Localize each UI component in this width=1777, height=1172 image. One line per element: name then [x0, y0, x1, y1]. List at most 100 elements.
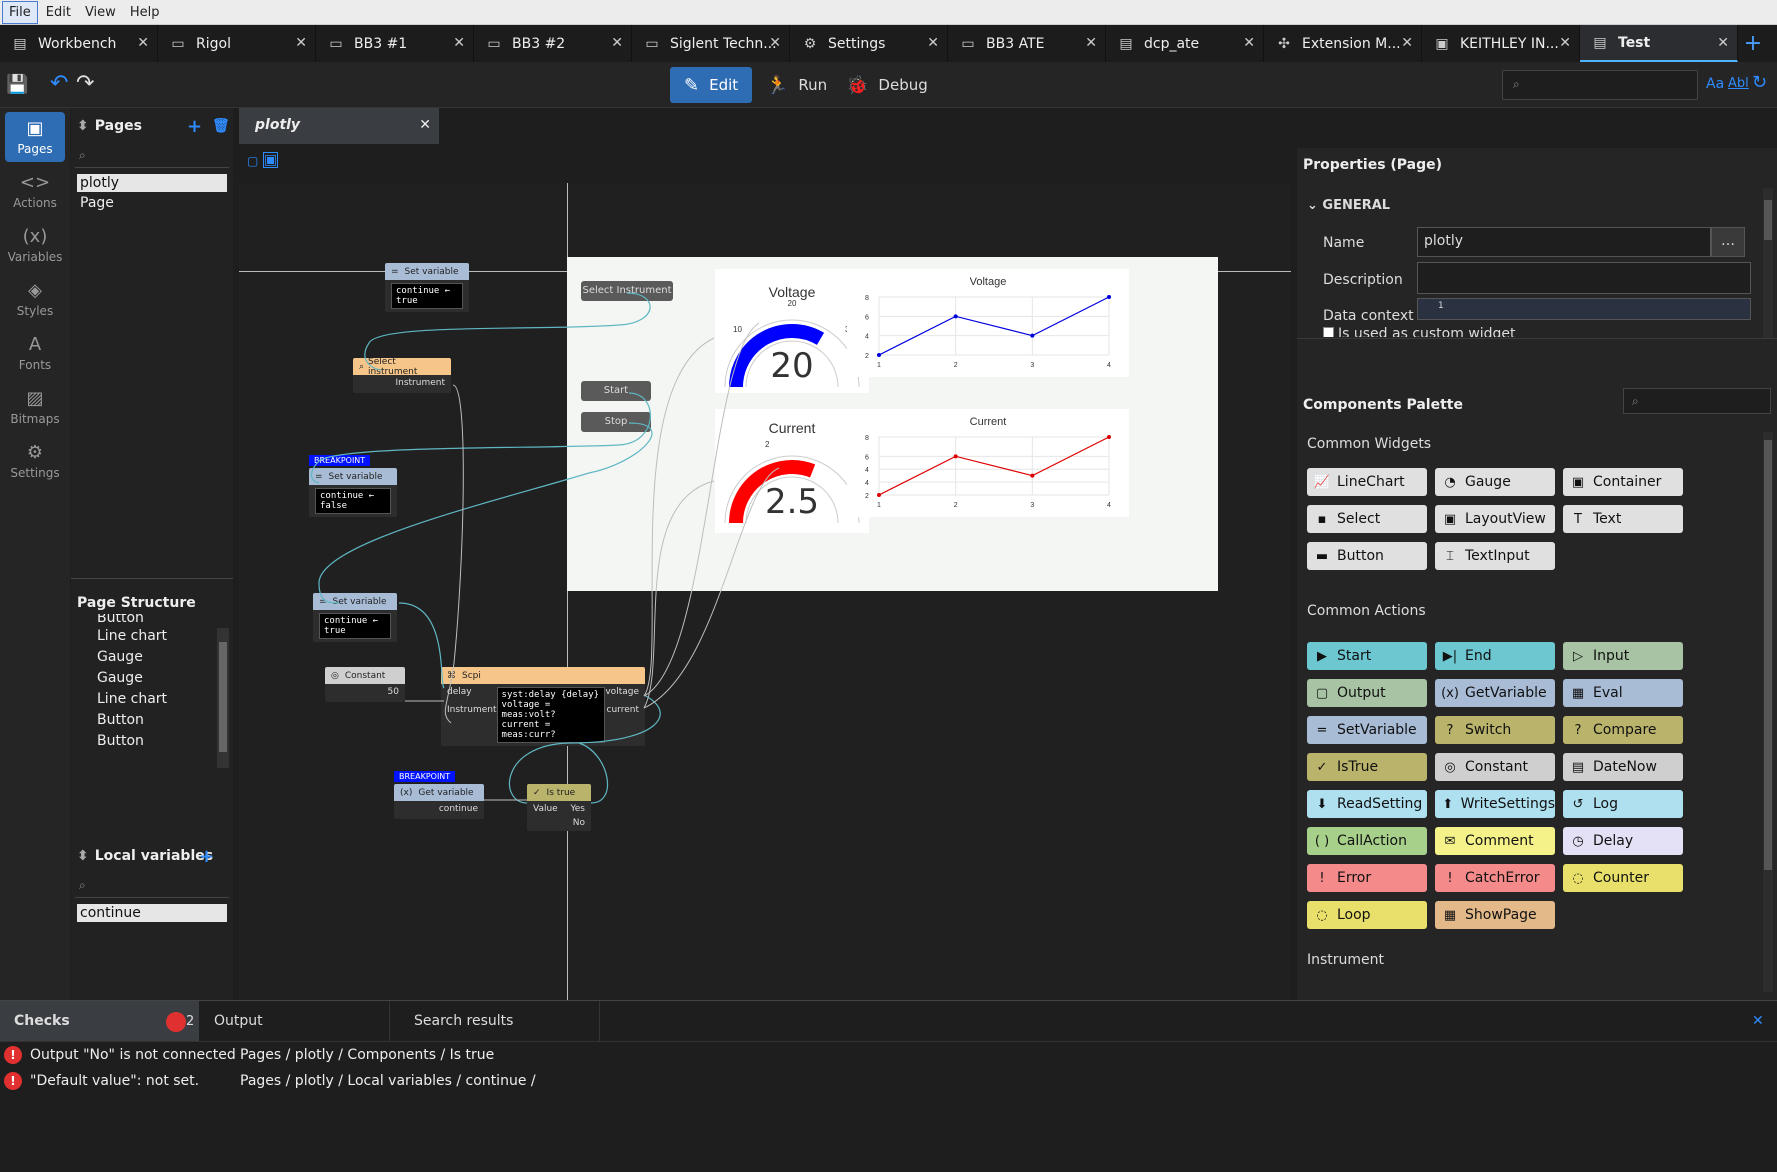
tab-bb3-ate[interactable]: ▭ BB3 ATE ✕	[948, 25, 1106, 62]
global-search-input[interactable]: ⌕	[1502, 70, 1698, 100]
palette-counter-button[interactable]: ◌ Counter	[1563, 864, 1683, 892]
nav-fonts[interactable]: A Fonts	[5, 328, 65, 378]
menu-view[interactable]: View	[79, 2, 122, 23]
palette-readsetting-button[interactable]: ⬇ ReadSetting	[1307, 790, 1427, 818]
palette-setvariable-button[interactable]: = SetVariable	[1307, 716, 1427, 744]
tab-dcp-ate[interactable]: ▤ dcp_ate ✕	[1106, 25, 1264, 62]
tab-test[interactable]: ▤ Test ✕	[1580, 25, 1738, 62]
close-icon[interactable]: ✕	[1243, 35, 1255, 51]
tab-rigol[interactable]: ▭ Rigol ✕	[158, 25, 316, 62]
check-row[interactable]: ! "Default value": not set. Pages / plotly…	[0, 1070, 536, 1092]
data-context-editor[interactable]: 1	[1417, 298, 1751, 320]
new-tab-button[interactable]: +	[1738, 25, 1768, 62]
tree-item[interactable]: Gauge	[71, 668, 233, 689]
sort-icon[interactable]: ⬍	[77, 118, 89, 134]
close-icon[interactable]: ✕	[419, 117, 431, 133]
edit-button[interactable]: ✎ Edit	[670, 67, 752, 103]
palette-select-button[interactable]: ▪ Select	[1307, 505, 1427, 533]
tab-workbench[interactable]: ▤ Workbench ✕	[0, 25, 158, 62]
close-icon[interactable]: ✕	[453, 35, 465, 51]
palette-search-input[interactable]: ⌕	[1623, 388, 1771, 414]
nav-styles[interactable]: ◈ Styles	[5, 274, 65, 324]
palette-datenow-button[interactable]: ▤ DateNow	[1563, 753, 1683, 781]
palette-start-button[interactable]: ▶ Start	[1307, 642, 1427, 670]
menu-help[interactable]: Help	[124, 2, 166, 23]
tree-item[interactable]: Gauge	[71, 647, 233, 668]
nav-settings[interactable]: ⚙ Settings	[5, 436, 65, 486]
close-icon[interactable]: ✕	[137, 35, 149, 51]
tab-siglent[interactable]: ▭ Siglent Techn... ✕	[632, 25, 790, 62]
tab-search-results[interactable]: Search results	[400, 1001, 600, 1041]
nav-pages[interactable]: ▣ Pages	[5, 112, 65, 162]
nav-variables[interactable]: (x) Variables	[5, 220, 65, 270]
menu-file[interactable]: File	[2, 0, 38, 24]
close-icon[interactable]: ✕	[927, 35, 939, 51]
palette-eval-button[interactable]: ▦ Eval	[1563, 679, 1683, 707]
palette-comment-button[interactable]: ✉ Comment	[1435, 827, 1555, 855]
tab-bb3-2[interactable]: ▭ BB3 #2 ✕	[474, 25, 632, 62]
palette-loop-button[interactable]: ◌ Loop	[1307, 901, 1427, 929]
palette-delay-button[interactable]: ◷ Delay	[1563, 827, 1683, 855]
scrollbar[interactable]	[1763, 432, 1773, 992]
palette-switch-button[interactable]: ? Switch	[1435, 716, 1555, 744]
debug-button[interactable]: 🐞 Debug	[832, 67, 942, 103]
sort-icon[interactable]: ⬍	[77, 848, 89, 864]
redo-icon[interactable]: ↷	[76, 71, 94, 96]
run-button[interactable]: 🏃 Run	[752, 67, 841, 103]
refresh-icon[interactable]: ↻	[1752, 72, 1767, 93]
page-item-page[interactable]: Page	[77, 195, 227, 211]
general-section[interactable]: ⌄ GENERAL	[1297, 192, 1767, 219]
page-item-plotly[interactable]: plotly	[77, 174, 227, 192]
palette-end-button[interactable]: ▶| End	[1435, 642, 1555, 670]
tree-item[interactable]: Button	[71, 731, 233, 752]
tree-item[interactable]: Button	[71, 710, 233, 731]
palette-constant-button[interactable]: ◎ Constant	[1435, 753, 1555, 781]
more-button[interactable]: …	[1711, 227, 1745, 257]
palette-istrue-button[interactable]: ✓ IsTrue	[1307, 753, 1427, 781]
palette-output-button[interactable]: ▢ Output	[1307, 679, 1427, 707]
close-icon[interactable]: ✕	[295, 35, 307, 51]
check-row[interactable]: ! Output "No" is not connected Pages / plo…	[0, 1044, 494, 1066]
palette-linechart-button[interactable]: 📈 LineChart	[1307, 468, 1427, 496]
undo-icon[interactable]: ↶	[50, 71, 68, 96]
scrollbar[interactable]	[217, 628, 229, 768]
palette-input-button[interactable]: ▷ Input	[1563, 642, 1683, 670]
spellcheck-button[interactable]: Abl	[1728, 76, 1749, 91]
palette-showpage-button[interactable]: ▦ ShowPage	[1435, 901, 1555, 929]
palette-gauge-button[interactable]: ◔ Gauge	[1435, 468, 1555, 496]
close-icon[interactable]: ✕	[1752, 1013, 1764, 1029]
tab-bb3-1[interactable]: ▭ BB3 #1 ✕	[316, 25, 474, 62]
tree-item[interactable]: Line chart	[71, 689, 233, 710]
palette-error-button[interactable]: ! Error	[1307, 864, 1427, 892]
palette-layoutview-button[interactable]: ▣ LayoutView	[1435, 505, 1555, 533]
add-variable-icon[interactable]: +	[199, 846, 214, 867]
palette-callaction-button[interactable]: ( ) CallAction	[1307, 827, 1427, 855]
font-size-button[interactable]: Aa	[1706, 76, 1724, 92]
description-input[interactable]	[1417, 262, 1751, 294]
pages-search-input[interactable]: ⌕	[75, 144, 229, 168]
custom-widget-checkbox[interactable]: Is used as custom widget	[1323, 326, 1516, 337]
scrollbar[interactable]	[1763, 188, 1773, 338]
palette-text-button[interactable]: T Text	[1563, 505, 1683, 533]
editor-tab-plotly[interactable]: plotly ✕	[239, 108, 439, 144]
palette-container-button[interactable]: ▣ Container	[1563, 468, 1683, 496]
checkbox[interactable]	[1323, 327, 1334, 337]
tab-checks[interactable]: Checks 2	[0, 1001, 199, 1041]
palette-button-button[interactable]: ▬ Button	[1307, 542, 1427, 570]
close-icon[interactable]: ✕	[1559, 35, 1571, 51]
nav-actions[interactable]: <> Actions	[5, 166, 65, 216]
tree-item[interactable]: Button	[71, 614, 233, 626]
palette-catcherror-button[interactable]: ! CatchError	[1435, 864, 1555, 892]
palette-getvariable-button[interactable]: (x) GetVariable	[1435, 679, 1555, 707]
save-icon[interactable]: 💾	[6, 74, 28, 95]
tab-extension-manager[interactable]: ✣ Extension M... ✕	[1264, 25, 1422, 62]
palette-textinput-button[interactable]: ⌶ TextInput	[1435, 542, 1555, 570]
name-input[interactable]: plotly	[1417, 227, 1711, 257]
close-icon[interactable]: ✕	[1401, 35, 1413, 51]
add-page-icon[interactable]: +	[187, 116, 202, 137]
palette-compare-button[interactable]: ? Compare	[1563, 716, 1683, 744]
delete-page-icon[interactable]: 🗑	[212, 118, 230, 134]
variable-item[interactable]: continue	[77, 904, 227, 922]
menu-edit[interactable]: Edit	[40, 2, 77, 23]
palette-writesettings-button[interactable]: ⬆ WriteSettings	[1435, 790, 1555, 818]
